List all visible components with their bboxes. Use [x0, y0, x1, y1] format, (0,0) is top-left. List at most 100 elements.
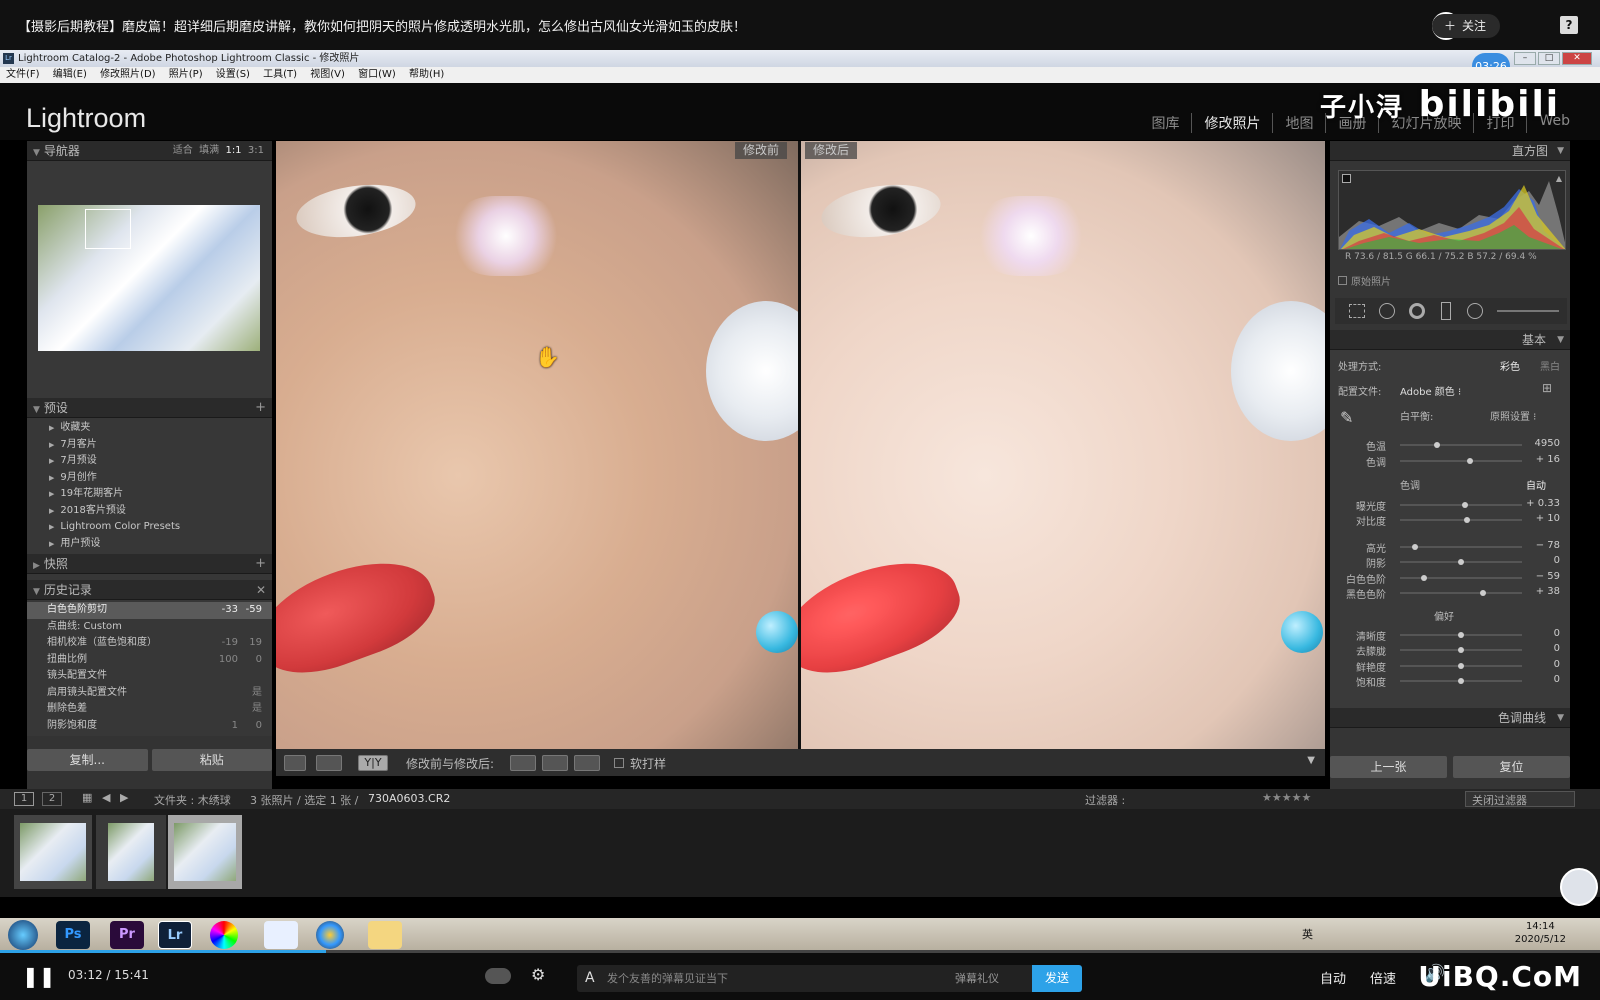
slider-value[interactable]: 0: [1520, 659, 1560, 670]
slider-track[interactable]: [1400, 458, 1522, 464]
slider-row-2[interactable]: 曝光度 + 0.33: [1330, 498, 1570, 513]
previous-button[interactable]: 上一张: [1330, 756, 1447, 778]
wb-eyedropper-icon[interactable]: ✎: [1340, 408, 1353, 427]
slider-knob[interactable]: [1421, 575, 1428, 581]
slider-row-9[interactable]: 去朦胧 0: [1330, 643, 1570, 658]
slider-knob[interactable]: [1458, 678, 1464, 684]
slider-value[interactable]: + 38: [1520, 586, 1560, 597]
profile-select[interactable]: Adobe 颜色 ⁝: [1400, 383, 1461, 398]
tone-curve-header[interactable]: 色调曲线 ▼: [1330, 708, 1570, 728]
slider-track[interactable]: [1400, 502, 1522, 508]
graduated-filter-icon[interactable]: [1441, 302, 1451, 320]
slider-value[interactable]: − 78: [1520, 540, 1560, 551]
danmu-input[interactable]: A 发个友善的弹幕见证当下 弹幕礼仪: [577, 965, 1067, 992]
zoom-fill[interactable]: 填满: [199, 145, 219, 156]
slider-row-4[interactable]: 高光 − 78: [1330, 540, 1570, 555]
preset-folder[interactable]: ▶ 收藏夹: [27, 420, 272, 437]
menu-edit[interactable]: 编辑(E): [53, 69, 87, 80]
danmu-etiquette-link[interactable]: 弹幕礼仪: [955, 965, 999, 992]
preset-folder[interactable]: ▶ 19年花期客片: [27, 486, 272, 503]
danmu-toggle-icon[interactable]: [485, 968, 511, 984]
history-item[interactable]: 删除色差是: [27, 701, 272, 718]
preset-folder[interactable]: ▶ 用户预设: [27, 536, 272, 553]
basic-header[interactable]: 基本 ▼: [1330, 330, 1570, 350]
module-map[interactable]: 地图: [1273, 113, 1327, 133]
reset-button[interactable]: 复位: [1453, 756, 1570, 778]
viewer-avatar[interactable]: [1560, 868, 1598, 906]
radial-filter-icon[interactable]: [1467, 303, 1483, 319]
taskbar-baidu-netdisk[interactable]: [264, 921, 298, 949]
soft-proof-checkbox[interactable]: [614, 758, 624, 768]
profile-browser-icon[interactable]: ⊞: [1542, 381, 1552, 395]
slider-track[interactable]: [1400, 442, 1522, 448]
menu-tools[interactable]: 工具(T): [263, 69, 297, 80]
slider-value[interactable]: 0: [1520, 674, 1560, 685]
highlight-clip-icon[interactable]: ▲: [1556, 174, 1562, 183]
history-item[interactable]: 扭曲比例 100 0: [27, 652, 272, 669]
taskbar-davinci[interactable]: [316, 921, 344, 949]
start-button[interactable]: [8, 920, 38, 950]
slider-knob[interactable]: [1479, 590, 1486, 596]
source-label[interactable]: 文件夹 : 木绣球: [154, 792, 231, 808]
slider-knob[interactable]: [1458, 647, 1464, 653]
slider-value[interactable]: 0: [1520, 643, 1560, 654]
zoom-fit[interactable]: 适合: [173, 145, 193, 156]
slider-track[interactable]: [1400, 517, 1522, 523]
shadow-clip-icon[interactable]: [1342, 174, 1351, 183]
slider-track[interactable]: [1400, 575, 1522, 581]
slider-track[interactable]: [1400, 544, 1522, 550]
copy-button[interactable]: 复制...: [27, 749, 148, 771]
slider-value[interactable]: 4950: [1520, 438, 1560, 449]
preset-folder[interactable]: ▶ 9月创作: [27, 470, 272, 487]
adjustment-brush-slider[interactable]: [1497, 310, 1559, 312]
filter-select[interactable]: 关闭过滤器: [1465, 791, 1575, 807]
menu-develop[interactable]: 修改照片(D): [100, 69, 156, 80]
slider-track[interactable]: [1400, 663, 1522, 669]
slider-row-0[interactable]: 色温 4950: [1330, 438, 1570, 453]
danmu-settings-icon[interactable]: ⚙: [531, 965, 545, 984]
histogram-header[interactable]: 直方图 ▼: [1330, 141, 1570, 161]
slider-value[interactable]: 0: [1520, 628, 1560, 639]
slider-row-10[interactable]: 鲜艳度 0: [1330, 659, 1570, 674]
slider-knob[interactable]: [1466, 458, 1473, 464]
paste-button[interactable]: 粘贴: [151, 749, 272, 771]
help-icon[interactable]: ?: [1560, 16, 1578, 34]
slider-row-7[interactable]: 黑色色阶 + 38: [1330, 586, 1570, 601]
filmstrip-thumbnail[interactable]: [14, 815, 92, 889]
history-header[interactable]: ▼ 历史记录 ✕: [27, 580, 272, 600]
before-photo[interactable]: [276, 141, 798, 749]
yy-view-button[interactable]: Y|Y: [358, 755, 388, 771]
slider-row-11[interactable]: 饱和度 0: [1330, 674, 1570, 689]
rating-filter-stars[interactable]: ★★★★★: [1262, 791, 1311, 804]
taskbar-ps[interactable]: Ps: [56, 921, 90, 949]
minimize-button[interactable]: –: [1514, 52, 1536, 65]
ime-language[interactable]: 英: [1302, 926, 1313, 942]
module-library[interactable]: 图库: [1139, 113, 1193, 133]
menu-settings[interactable]: 设置(S): [216, 69, 250, 80]
forward-arrow-icon[interactable]: ▶: [120, 791, 128, 804]
snapshots-header[interactable]: ▶ 快照 +: [27, 554, 272, 574]
menu-file[interactable]: 文件(F): [6, 69, 40, 80]
tone-auto-button[interactable]: 自动: [1526, 477, 1546, 492]
history-item[interactable]: 白色色阶剪切 -33 -59: [27, 602, 272, 619]
danmu-a-icon[interactable]: A: [585, 965, 595, 992]
history-item[interactable]: 阴影饱和度 1 0: [27, 718, 272, 735]
zoom-3-1[interactable]: 3:1: [248, 145, 264, 156]
loupe-view-button[interactable]: [284, 755, 306, 771]
slider-knob[interactable]: [1464, 517, 1471, 523]
filename-label[interactable]: 730A0603.CR2: [368, 792, 450, 805]
toolbar-menu-chevron-icon[interactable]: ▼: [1307, 755, 1315, 766]
menu-photo[interactable]: 照片(P): [169, 69, 203, 80]
module-develop[interactable]: 修改照片: [1192, 113, 1274, 133]
slider-row-3[interactable]: 对比度 + 10: [1330, 513, 1570, 528]
maximize-button[interactable]: □: [1538, 52, 1560, 65]
slider-track[interactable]: [1400, 632, 1522, 638]
taskbar-lr[interactable]: Lr: [158, 921, 192, 949]
after-photo[interactable]: [801, 141, 1325, 749]
preset-folder[interactable]: ▶ 7月预设: [27, 453, 272, 470]
taskbar-pr[interactable]: Pr: [110, 921, 144, 949]
preset-folder[interactable]: ▶ Lightroom Color Presets: [27, 519, 272, 536]
follow-button[interactable]: ＋ 关注: [1431, 14, 1500, 38]
slider-value[interactable]: − 59: [1520, 571, 1560, 582]
pause-icon[interactable]: ❚❚: [22, 964, 56, 988]
